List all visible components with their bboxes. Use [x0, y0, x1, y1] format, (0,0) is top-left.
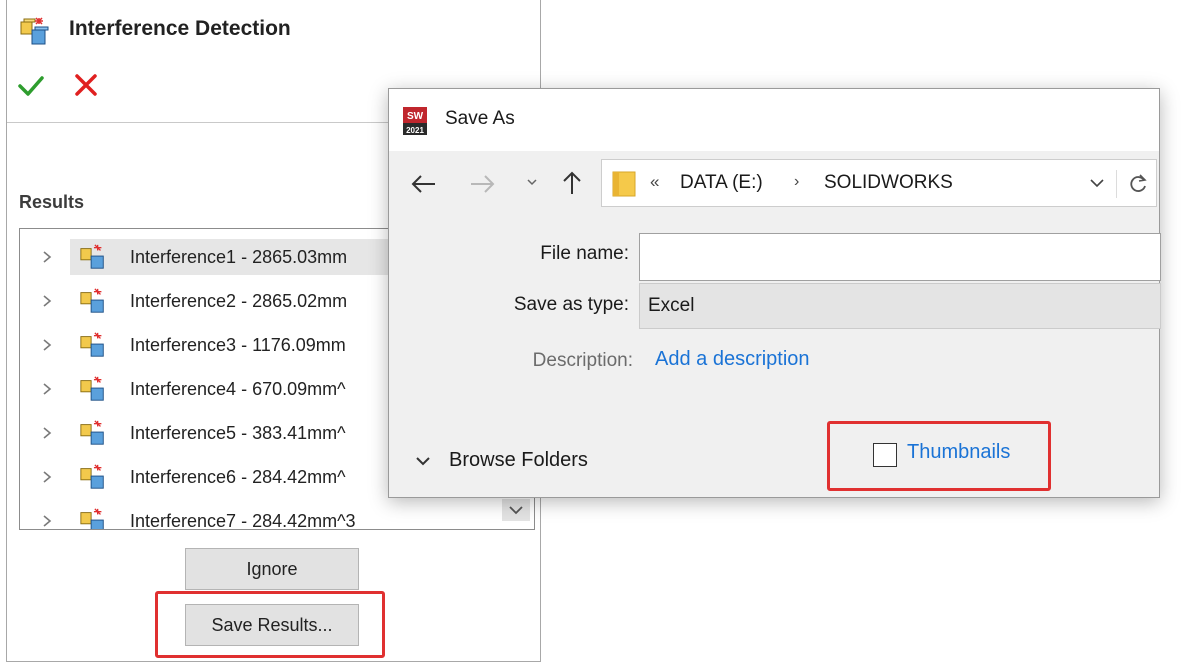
breadcrumb-separator: › [794, 173, 800, 190]
chevron-right-icon[interactable] [40, 337, 54, 353]
chevron-right-icon[interactable] [40, 513, 54, 529]
save-as-type-value: Excel [648, 295, 695, 316]
dialog-title: Save As [445, 108, 515, 129]
breadcrumb-item[interactable]: DATA (E:) [680, 172, 763, 194]
x-icon[interactable] [73, 72, 99, 98]
interference-icon [80, 376, 104, 401]
list-item-label: Interference2 - 2865.02mm [130, 291, 348, 311]
list-item-label: Interference6 - 284.42mm^ [130, 467, 346, 487]
interference-icon [80, 332, 104, 357]
save-as-dialog: SW 2021 Save As « DATA (E:) › SOLIDWORKS [388, 88, 1161, 498]
chevron-right-icon[interactable] [40, 425, 54, 441]
svg-text:2021: 2021 [406, 126, 424, 135]
thumbnails-checkbox[interactable] [873, 443, 897, 467]
solidworks-2021-icon: SW 2021 [403, 107, 427, 135]
list-item-label: Interference7 - 284.42mm^3 [130, 511, 356, 530]
interference-icon [80, 464, 104, 489]
interference-icon [80, 288, 104, 313]
back-arrow-icon[interactable] [409, 171, 439, 197]
address-bar[interactable]: « DATA (E:) › SOLIDWORKS [601, 159, 1157, 207]
panel-title: Interference Detection [69, 17, 291, 40]
scroll-down-button[interactable] [502, 499, 530, 521]
interference-icon [80, 508, 104, 529]
save-as-type-label: Save as type: [513, 294, 629, 315]
interference-icon [80, 244, 104, 269]
results-label: Results [19, 192, 85, 212]
svg-text:SW: SW [407, 111, 424, 122]
chevron-down-icon[interactable] [1088, 176, 1106, 190]
ignore-button[interactable]: Ignore [185, 548, 359, 590]
chevron-right-icon[interactable] [40, 381, 54, 397]
list-item-label: Interference5 - 383.41mm^ [130, 423, 346, 443]
list-item[interactable]: Interference7 - 284.42mm^3 [20, 499, 534, 530]
save-results-button[interactable]: Save Results... [185, 604, 359, 646]
forward-arrow-icon[interactable] [467, 171, 497, 197]
address-overflow[interactable]: « [650, 172, 659, 192]
file-name-input[interactable] [639, 233, 1161, 281]
chevron-right-icon[interactable] [40, 469, 54, 485]
address-divider [1116, 170, 1117, 198]
list-item-label: Interference4 - 670.09mm^ [130, 379, 346, 399]
description-label: Description: [532, 350, 633, 371]
breadcrumb-item[interactable]: SOLIDWORKS [824, 172, 953, 194]
add-description-link[interactable]: Add a description [655, 348, 810, 371]
save-as-type-select[interactable]: Excel [639, 283, 1161, 329]
folder-icon [612, 171, 636, 197]
file-name-label: File name: [540, 243, 629, 264]
list-item-label: Interference3 - 1176.09mm [130, 335, 346, 355]
browse-folders-label: Browse Folders [449, 449, 588, 471]
chevron-right-icon[interactable] [40, 249, 54, 265]
chevron-down-icon[interactable] [525, 175, 539, 189]
list-item-label: Interference1 - 2865.03mm [130, 247, 348, 267]
chevron-down-icon [416, 457, 430, 466]
chevron-down-icon [509, 506, 523, 515]
dialog-titlebar[interactable]: SW 2021 Save As [389, 89, 1159, 151]
refresh-icon[interactable] [1126, 172, 1150, 196]
up-arrow-icon[interactable] [559, 169, 585, 197]
interference-icon [20, 17, 49, 45]
dialog-body: « DATA (E:) › SOLIDWORKS File name: Save… [389, 151, 1161, 497]
chevron-right-icon[interactable] [40, 293, 54, 309]
interference-icon [80, 420, 104, 445]
checkmark-icon[interactable] [17, 72, 45, 100]
thumbnails-label[interactable]: Thumbnails [907, 441, 1010, 464]
